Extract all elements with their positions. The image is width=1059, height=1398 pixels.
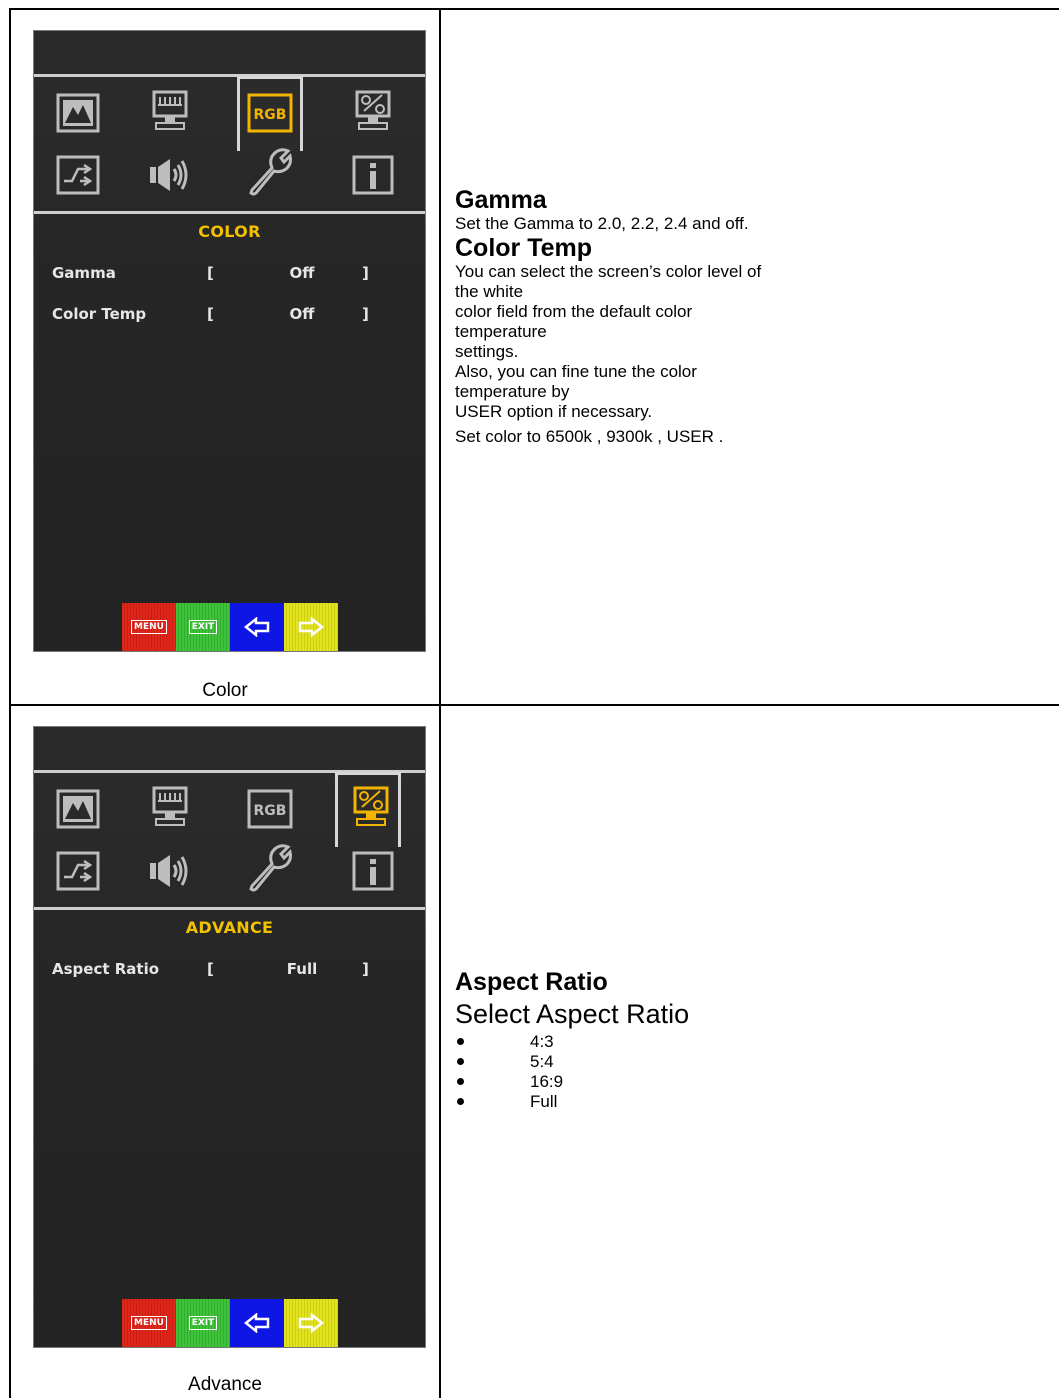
caption-advance: Advance — [188, 1374, 262, 1395]
info-icon — [347, 848, 399, 894]
input-icon — [52, 152, 104, 198]
bullet-icon — [457, 1058, 464, 1065]
menu-key: MENU — [122, 1299, 176, 1347]
osd-key-bar: MENU EXIT — [122, 1299, 338, 1347]
audio-icon — [144, 848, 196, 894]
color-temp-line: temperature by — [455, 382, 570, 401]
osd-item-label: Color Temp — [52, 305, 147, 323]
osd-separator — [34, 211, 425, 214]
rgb-icon: RGB — [244, 90, 296, 136]
aspect-ratio-options: 4:3 5:4 16:9 Full — [455, 1032, 955, 1112]
color-temp-line: Also, you can fine tune the color — [455, 362, 697, 381]
osd-photo-color: RGB COLOR Gamma [Off] Color Temp [Off… — [33, 30, 426, 652]
right-arrow-icon — [284, 1299, 338, 1347]
list-item: 16:9 — [455, 1072, 955, 1092]
left-arrow-icon — [230, 603, 284, 651]
wrench-icon — [244, 844, 296, 892]
manual-table: RGB COLOR Gamma [Off] Color Temp [Off… — [9, 8, 1059, 1398]
bullet-icon — [457, 1098, 464, 1105]
color-temp-line: color field from the default color — [455, 302, 693, 321]
osd-separator — [34, 907, 425, 910]
color-temp-line: USER option if necessary. — [455, 402, 653, 421]
osd-bracket-left: [ — [207, 960, 214, 978]
left-arrow-icon — [230, 1299, 284, 1347]
right-arrow-icon — [284, 603, 338, 651]
audio-icon — [144, 152, 196, 198]
osd-item-label: Aspect Ratio — [52, 960, 160, 978]
heading-gamma: Gamma — [455, 186, 547, 214]
bullet-icon — [457, 1038, 464, 1045]
osd-bracket-left: [ — [207, 305, 214, 323]
list-item: 5:4 — [455, 1052, 955, 1072]
osd-bracket-right: ] — [362, 305, 369, 323]
menu-key: MENU — [122, 603, 176, 651]
osd-item-label: Gamma — [52, 264, 116, 282]
color-temp-line: the white — [455, 282, 524, 301]
osd-photo-advance: RGB ADVANCE Aspect Ratio [Full] MENU E… — [33, 726, 426, 1348]
osd-top-bar — [34, 727, 425, 773]
color-temp-options: Set color to 6500k , 9300k , USER . — [455, 427, 724, 446]
osd-icon-grid: RGB — [34, 776, 425, 906]
color-temp-line: temperature — [455, 322, 547, 341]
input-icon — [52, 848, 104, 894]
color-description: Gamma Set the Gamma to 2.0, 2.2, 2.4 and… — [455, 186, 955, 447]
gamma-text: Set the Gamma to 2.0, 2.2, 2.4 and off. — [455, 214, 749, 233]
info-icon — [347, 152, 399, 198]
rgb-icon: RGB — [244, 786, 296, 832]
display-icon — [144, 784, 196, 830]
osd-item-gamma: Gamma [ Off ] — [52, 264, 372, 286]
subheading-select-aspect-ratio: Select Aspect Ratio — [455, 999, 690, 1029]
table-row-advance: RGB ADVANCE Aspect Ratio [Full] MENU E… — [11, 706, 1059, 1398]
svg-text:RGB: RGB — [254, 803, 287, 819]
exit-key: EXIT — [176, 1299, 230, 1347]
advance-description: Aspect Ratio Select Aspect Ratio 4:3 5:4… — [455, 968, 955, 1112]
osd-top-bar — [34, 31, 425, 77]
list-item: 4:3 — [455, 1032, 955, 1052]
advance-icon — [347, 88, 399, 134]
osd-key-bar: MENU EXIT — [122, 603, 338, 651]
heading-color-temp: Color Temp — [455, 234, 593, 262]
osd-item-value: Off — [289, 305, 315, 323]
caption-color: Color — [202, 680, 248, 701]
osd-bracket-left: [ — [207, 264, 214, 282]
picture-icon — [52, 90, 104, 136]
wrench-icon — [244, 148, 296, 196]
advance-icon — [345, 784, 397, 830]
osd-bracket-right: ] — [362, 264, 369, 282]
osd-item-color-temp: Color Temp [ Off ] — [52, 305, 372, 327]
heading-aspect-ratio: Aspect Ratio — [455, 968, 608, 996]
osd-menu-title: COLOR — [198, 222, 261, 241]
color-temp-line: settings. — [455, 342, 519, 361]
table-row-color: RGB COLOR Gamma [Off] Color Temp [Off… — [11, 10, 1059, 706]
osd-menu-title: ADVANCE — [185, 918, 274, 937]
exit-key: EXIT — [176, 603, 230, 651]
osd-icon-grid: RGB — [34, 80, 425, 210]
picture-icon — [52, 786, 104, 832]
osd-item-value: Off — [289, 264, 315, 282]
osd-item-value: Full — [286, 960, 318, 978]
color-temp-line: You can select the screen’s color level … — [455, 262, 762, 281]
osd-bracket-right: ] — [362, 960, 369, 978]
display-icon — [144, 88, 196, 134]
bullet-icon — [457, 1078, 464, 1085]
osd-item-aspect-ratio: Aspect Ratio [ Full ] — [52, 960, 372, 982]
svg-text:RGB: RGB — [254, 107, 287, 123]
list-item: Full — [455, 1092, 955, 1112]
